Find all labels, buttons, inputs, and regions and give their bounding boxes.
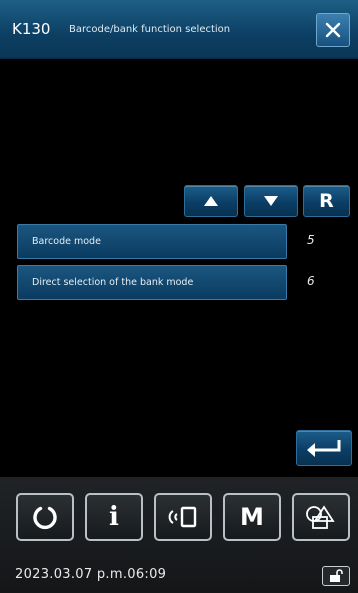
list-item-barcode-mode[interactable]: Barcode mode	[17, 224, 287, 259]
pattern-button[interactable]	[292, 493, 350, 541]
reset-button[interactable]: R	[303, 185, 350, 217]
shapes-icon	[306, 505, 335, 529]
screen-code: K130	[12, 20, 51, 38]
enter-button[interactable]	[296, 430, 352, 466]
date-time-display: 2023.03.07 p.m.06:09	[15, 567, 167, 582]
screen-title: Barcode/bank function selection	[69, 24, 231, 35]
list-item-value: 5	[307, 233, 315, 247]
arrow-up-icon	[204, 196, 218, 206]
list-item-label: Direct selection of the bank mode	[32, 277, 194, 288]
close-icon	[325, 22, 341, 38]
memory-button[interactable]: M	[223, 493, 281, 541]
list-item-bank-mode[interactable]: Direct selection of the bank mode	[17, 265, 287, 300]
enter-return-icon	[307, 440, 341, 457]
info-icon: i	[109, 502, 119, 532]
close-button[interactable]	[316, 13, 350, 47]
communication-button[interactable]	[154, 493, 212, 541]
scroll-down-button[interactable]	[244, 185, 298, 217]
nfc-communication-icon	[168, 506, 197, 528]
title-bar: K130 Barcode/bank function selection	[0, 0, 358, 59]
list-item-label: Barcode mode	[32, 236, 101, 247]
unlock-icon	[330, 569, 343, 582]
reset-label: R	[319, 190, 334, 212]
memory-icon: M	[240, 503, 264, 531]
scroll-up-button[interactable]	[184, 185, 238, 217]
info-button[interactable]: i	[85, 493, 143, 541]
refresh-icon	[33, 506, 57, 530]
refresh-button[interactable]	[16, 493, 74, 541]
arrow-down-icon	[264, 196, 278, 206]
lock-button[interactable]	[322, 566, 350, 586]
list-item-value: 6	[307, 274, 315, 288]
